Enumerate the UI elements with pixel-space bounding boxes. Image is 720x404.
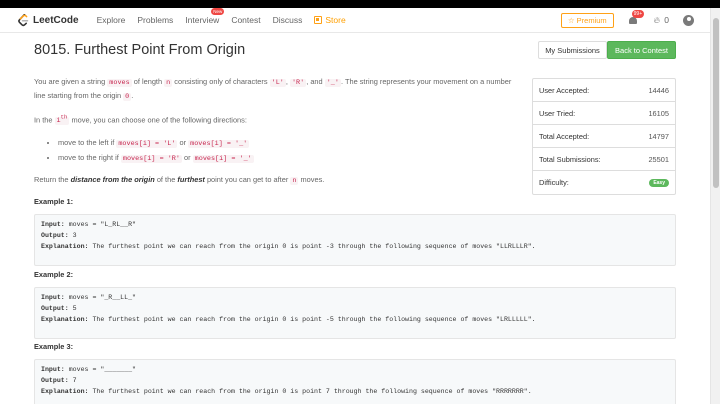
bell-icon [628,16,637,24]
avatar-icon[interactable] [683,14,694,26]
top-navbar: LeetCode Explore Problems Interview New … [0,8,710,33]
example-3-block: Input: moves = "_______" Output: 7 Expla… [34,359,676,404]
nav-problems[interactable]: Problems [137,15,173,25]
stat-row: Difficulty: Easy [533,171,675,194]
stat-row: User Accepted: 14446 [533,79,675,102]
stats-panel: User Accepted: 14446 User Tried: 16105 Tot… [532,78,676,195]
nav-store-label: Store [325,15,346,25]
difficulty-badge: Easy [649,178,669,187]
fire-icon[interactable]: 🔥︎ [654,15,661,26]
desc-paragraph-3: Return the distance from the origin of t… [34,175,325,186]
page-scrollbar[interactable] [710,8,720,404]
example-1-heading: Example 1: [34,197,74,206]
nav-right: ☆ Premium 99+ 🔥︎ 0 [560,9,710,28]
desc-paragraph-2: In the ith move, you can choose one of t… [34,114,247,126]
logo-text: LeetCode [33,14,79,26]
list-item: move to the left if moves[i] = 'L' or mo… [58,137,518,151]
direction-list: move to the left if moves[i] = 'L' or mo… [58,137,518,165]
back-to-contest-button[interactable]: Back to Contest [607,41,676,59]
store-icon [314,16,323,24]
nav-contest[interactable]: Contest [231,15,260,25]
my-submissions-button[interactable]: My Submissions [538,41,607,59]
new-badge: New [211,8,225,15]
stat-row: User Tried: 16105 [533,102,675,125]
stat-row: Total Accepted: 14797 [533,125,675,148]
browser-viewport: LeetCode Explore Problems Interview New … [0,8,720,404]
nav-interview-label: Interview [185,15,220,25]
scrollbar-thumb[interactable] [713,18,719,188]
example-2-heading: Example 2: [34,270,74,279]
list-item: move to the right if moves[i] = 'R' or m… [58,152,518,166]
desc-paragraph-1: You are given a string moves of length n… [34,77,512,101]
example-1-block: Input: moves = "L_RL__R" Output: 3 Expla… [34,214,676,266]
leetcode-logo-icon [18,13,29,27]
example-2-block: Input: moves = "_R__LL_" Output: 5 Expla… [34,287,676,339]
nav-store[interactable]: Store [314,15,346,25]
premium-button[interactable]: ☆ Premium [560,12,614,28]
logo[interactable]: LeetCode [18,13,79,27]
fire-count: 0 [664,15,669,25]
example-3-heading: Example 3: [34,342,74,351]
stat-row: Total Submissions: 25501 [533,148,675,171]
problem-description: You are given a string moves of length n… [34,76,518,197]
problem-title: 8015. Furthest Point From Origin [34,42,246,58]
nav-discuss[interactable]: Discuss [273,15,303,25]
notification-count: 99+ [631,9,645,18]
notification-bell[interactable]: 99+ [628,9,645,26]
nav-interview[interactable]: Interview New [185,8,225,25]
nav-explore[interactable]: Explore [97,15,126,25]
